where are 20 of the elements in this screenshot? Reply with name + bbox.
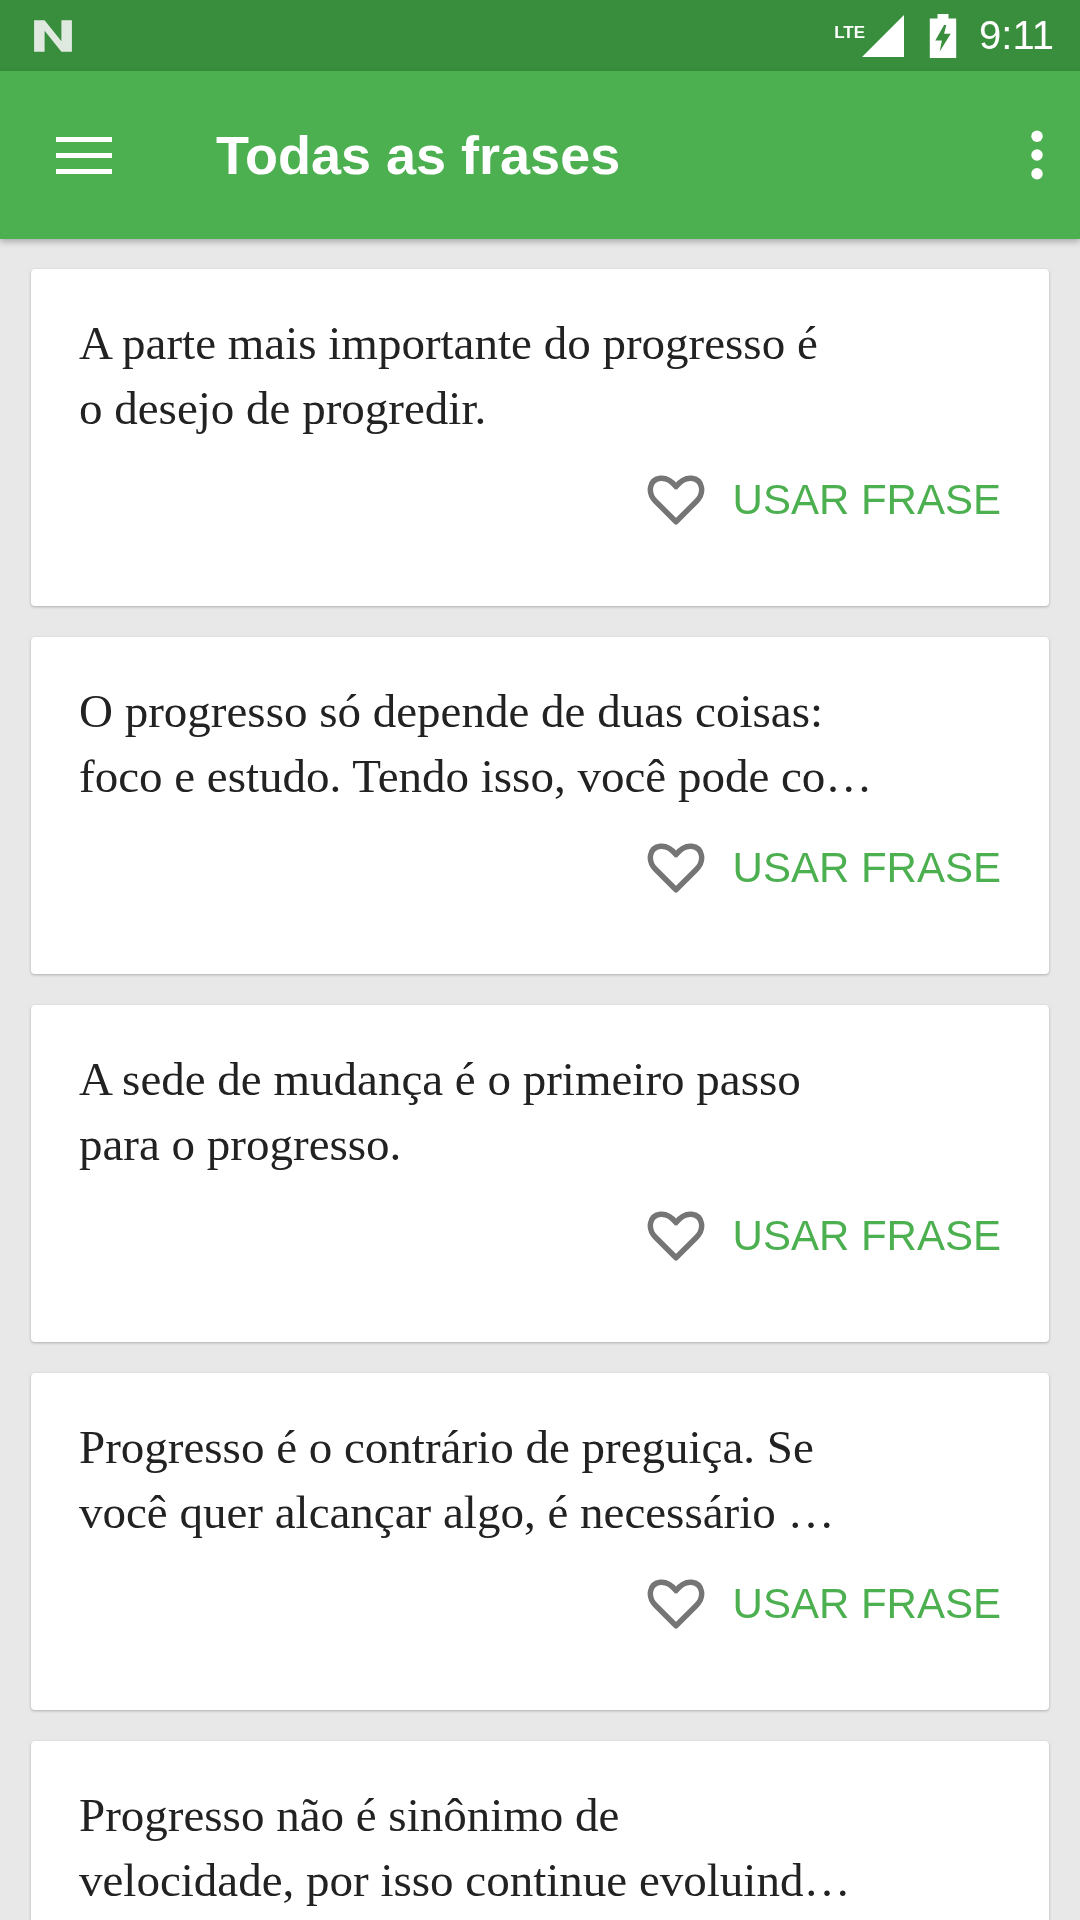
menu-icon[interactable] bbox=[56, 135, 112, 175]
quote-text: Progresso é o contrário de preguiça. Se você quer alcançar algo, é necessário … bbox=[79, 1420, 836, 1540]
use-quote-button[interactable]: USAR FRASE bbox=[732, 1580, 1001, 1628]
logo-icon bbox=[32, 17, 74, 54]
heart-icon[interactable] bbox=[646, 841, 705, 895]
heart-icon[interactable] bbox=[646, 1577, 705, 1631]
screen-title: Todas as frases bbox=[216, 124, 622, 186]
quote-text: O progresso só depende de duas coisas: foco e estudo. Tendo isso, você pode co… bbox=[79, 684, 874, 804]
heart-icon[interactable] bbox=[646, 473, 705, 527]
battery-charging-icon bbox=[929, 13, 958, 58]
clock: 9:11 bbox=[979, 13, 1054, 58]
heart-icon[interactable] bbox=[646, 1209, 705, 1263]
more-options-icon[interactable] bbox=[1030, 130, 1044, 180]
use-quote-button[interactable]: USAR FRASE bbox=[732, 1212, 1001, 1260]
use-quote-button[interactable]: USAR FRASE bbox=[732, 844, 1001, 892]
quote-text: Progresso não é sinônimo de velocidade, por isso continue evoluind… bbox=[79, 1788, 852, 1908]
use-quote-button[interactable]: USAR FRASE bbox=[732, 476, 1001, 524]
quote-text: A parte mais importante do progresso é o desejo de progredir. bbox=[79, 316, 819, 436]
network-label: LTE bbox=[834, 23, 866, 43]
quote-text: A sede de mudança é o primeiro passo para o progresso. bbox=[79, 1052, 802, 1172]
